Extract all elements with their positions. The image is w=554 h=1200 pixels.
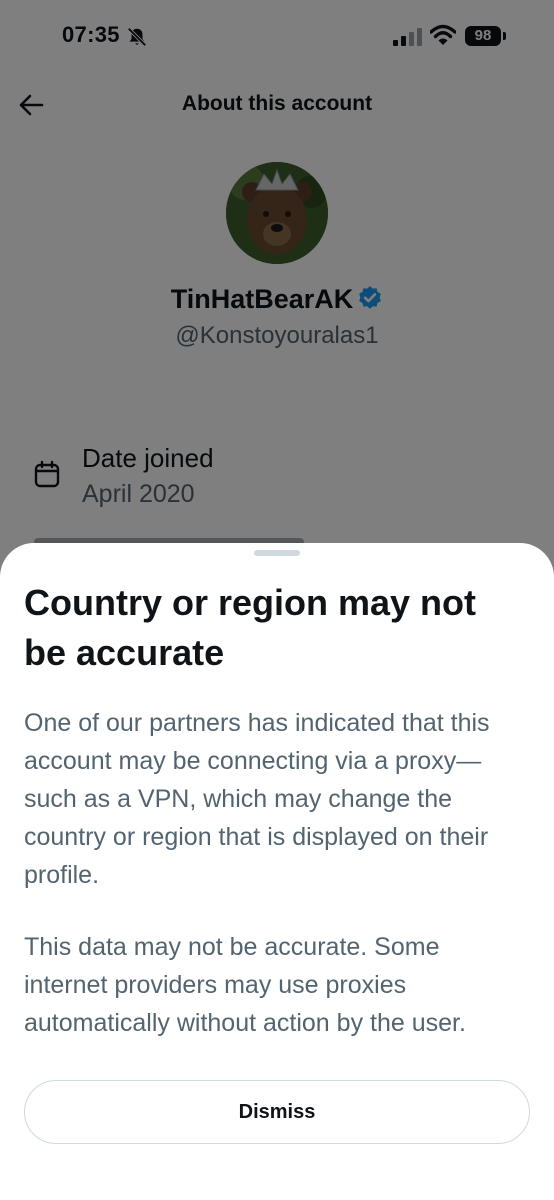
sheet-paragraph-1: One of our partners has indicated that t…: [24, 709, 490, 889]
sheet-grabber[interactable]: [254, 550, 300, 556]
dismiss-button[interactable]: Dismiss: [24, 1080, 530, 1144]
sheet-title: Country or region may not be accurate: [24, 582, 477, 673]
sheet-paragraph-2: This data may not be accurate. Some inte…: [24, 933, 466, 1037]
